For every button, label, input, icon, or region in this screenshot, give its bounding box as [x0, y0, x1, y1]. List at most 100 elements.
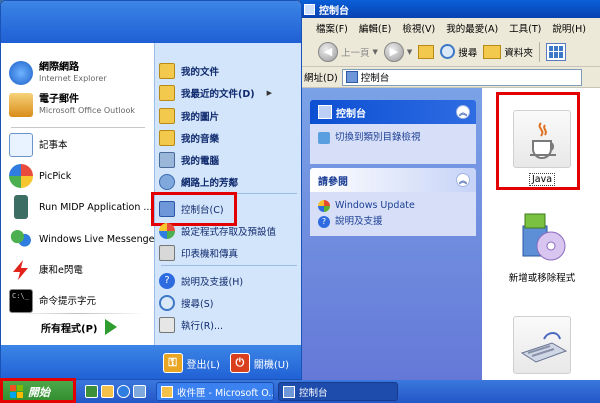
all-programs-label: 所有程式(P)	[41, 323, 98, 335]
add-remove-programs-icon	[513, 208, 571, 266]
control-panel-section-header[interactable]: 控制台 ︽	[310, 100, 476, 124]
add-remove-programs-label: 新增或移除程式	[508, 273, 576, 284]
place-my-pictures[interactable]: 我的圖片	[159, 108, 219, 124]
windows-update-link[interactable]: Windows Update	[318, 198, 468, 214]
place-program-access[interactable]: 設定程式存取及預設值	[159, 223, 276, 239]
address-label: 網址(D)	[304, 73, 338, 84]
menu-favorites[interactable]: 我的最愛(A)	[446, 21, 498, 35]
back-button[interactable]: ◀ 上一頁 ▼	[318, 41, 378, 62]
messenger-quick-icon[interactable]	[133, 385, 146, 398]
place-network-places[interactable]: 網路上的芳鄰	[159, 174, 238, 190]
control-panel-icon	[318, 105, 332, 119]
control-panel-icon	[345, 71, 358, 83]
menu-edit[interactable]: 編輯(E)	[359, 21, 391, 35]
taskbar: 開始 收件匣 - Microsoft O... 控制台	[0, 380, 600, 403]
separator	[11, 127, 145, 128]
place-search[interactable]: 搜尋(S)	[159, 295, 213, 311]
start-button[interactable]: 開始	[0, 380, 75, 403]
picpick-icon	[9, 164, 33, 188]
shutdown-button[interactable]: ⏻ 關機(U)	[229, 353, 289, 373]
show-desktop-icon[interactable]	[85, 385, 98, 398]
collapse-chevron-icon[interactable]: ︽	[456, 173, 470, 187]
menu-help[interactable]: 說明(H)	[552, 21, 586, 35]
link-label: 切換到類別目錄檢視	[335, 132, 421, 143]
see-also-header[interactable]: 請參閱 ︽	[310, 168, 476, 192]
place-my-computer[interactable]: 我的電腦	[159, 152, 219, 168]
program-name: Run MIDP Application ...	[39, 201, 153, 213]
task-button-outlook[interactable]: 收件匣 - Microsoft O...	[156, 382, 274, 401]
recent-notepad[interactable]: 記事本	[9, 133, 151, 157]
folders-icon	[483, 44, 502, 59]
folders-button[interactable]: 資料夾	[483, 44, 533, 59]
control-panel-icon	[283, 385, 295, 398]
place-label: 我的圖片	[181, 112, 220, 123]
place-my-music[interactable]: 我的音樂	[159, 130, 219, 146]
place-recent-documents[interactable]: 我最近的文件(D) ▶	[159, 85, 272, 101]
recent-command-prompt[interactable]: C:\_ 命令提示字元	[9, 289, 151, 313]
recent-midp[interactable]: Run MIDP Application ...	[9, 195, 153, 219]
menu-tools[interactable]: 工具(T)	[509, 21, 541, 35]
place-printers[interactable]: 印表機和傳真	[159, 245, 238, 261]
search-button[interactable]: 搜尋	[440, 44, 477, 59]
task-button-control-panel[interactable]: 控制台	[278, 382, 398, 401]
separator	[11, 313, 145, 314]
program-name: 康和e閃電	[39, 264, 83, 276]
program-subtitle: Microsoft Office Outlook	[39, 106, 135, 115]
address-input[interactable]: 控制台	[341, 68, 582, 86]
help-support-link[interactable]: ? 說明及支援	[318, 214, 468, 230]
control-panel-items: Java 新增或移除程式 鍵盤	[482, 88, 600, 403]
place-label: 我的文件	[181, 67, 220, 78]
add-remove-programs-item[interactable]: 新增或移除程式	[502, 208, 582, 284]
notepad-icon	[9, 133, 33, 157]
task-pane: 控制台 ︽ 切換到類別目錄檢視 請參閱 ︽ Windows Update ? 說…	[300, 88, 482, 403]
back-arrow-icon: ◀	[318, 41, 338, 62]
java-item[interactable]: Java	[502, 110, 582, 186]
place-label: 說明及支援(H)	[181, 277, 244, 288]
midp-phone-icon	[14, 195, 28, 219]
pinned-outlook[interactable]: 電子郵件 Microsoft Office Outlook	[9, 93, 151, 117]
recent-picpick[interactable]: PicPick	[9, 164, 151, 188]
place-label: 執行(R)...	[181, 321, 224, 332]
views-icon[interactable]	[545, 42, 566, 61]
start-menu: 網際網路 Internet Explorer 電子郵件 Microsoft Offi…	[0, 0, 302, 380]
menu-view[interactable]: 檢視(V)	[402, 21, 435, 35]
collapse-chevron-icon[interactable]: ︽	[456, 105, 470, 119]
forward-button[interactable]: ▶ ▼	[383, 41, 412, 62]
program-subtitle: Internet Explorer	[39, 74, 107, 83]
recent-lightning[interactable]: 康和e閃電	[9, 258, 151, 282]
menu-file[interactable]: 檔案(F)	[316, 21, 348, 35]
logoff-button[interactable]: ⚿ 登出(L)	[162, 353, 220, 373]
forward-arrow-icon: ▶	[383, 41, 404, 62]
ie-quick-icon[interactable]	[117, 385, 130, 398]
place-label: 我最近的文件(D)	[181, 89, 255, 100]
place-help-support[interactable]: ? 說明及支援(H)	[159, 273, 243, 289]
place-run[interactable]: 執行(R)...	[159, 317, 223, 333]
program-name: 網際網路	[39, 62, 79, 73]
outlook-icon	[161, 385, 173, 398]
place-label: 設定程式存取及預設值	[181, 227, 277, 238]
pinned-internet-explorer[interactable]: 網際網路 Internet Explorer	[9, 61, 151, 85]
internet-explorer-icon	[9, 61, 33, 85]
search-label: 搜尋	[458, 47, 478, 59]
folder-up-icon[interactable]	[418, 44, 435, 59]
shutdown-label: 關機(U)	[253, 359, 289, 371]
messenger-icon	[9, 227, 33, 251]
recent-messenger[interactable]: Windows Live Messenger	[9, 227, 158, 251]
outlook-quick-icon[interactable]	[101, 385, 114, 398]
all-programs-button[interactable]: 所有程式(P)	[41, 319, 118, 335]
chevron-down-icon[interactable]: ▼	[407, 48, 412, 56]
chevron-down-icon[interactable]: ▼	[373, 48, 378, 56]
command-prompt-icon: C:\_	[9, 289, 33, 313]
program-name: Windows Live Messenger	[39, 233, 159, 245]
task-label: 收件匣 - Microsoft O...	[177, 387, 274, 399]
switch-to-category-view-link[interactable]: 切換到類別目錄檢視	[318, 130, 468, 146]
place-label: 控制台(C)	[181, 205, 224, 216]
window-titlebar[interactable]: 控制台	[300, 0, 600, 18]
toolbar-separator	[538, 41, 540, 62]
java-cup-icon	[513, 110, 571, 168]
address-bar: 網址(D) 控制台	[300, 67, 600, 88]
program-name: 電子郵件	[39, 94, 79, 105]
back-label: 上一頁	[341, 47, 370, 59]
place-my-documents[interactable]: 我的文件	[159, 63, 219, 79]
place-control-panel[interactable]: 控制台(C)	[159, 201, 224, 217]
